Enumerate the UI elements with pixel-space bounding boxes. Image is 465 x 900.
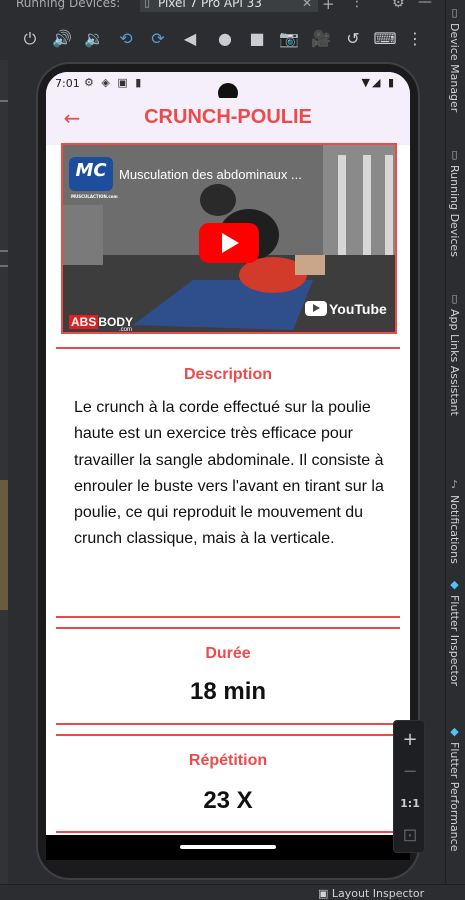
device-screen[interactable]: 7:01 ⚙ ◈ ▣ ▮ ▼◢ ▮ ← CRUNCH-POULIE MC MUS… (46, 72, 410, 860)
channel-logo[interactable]: MC MUSCULACTION.com (69, 157, 118, 199)
description-text: Le crunch à la corde effectué sur la pou… (74, 399, 384, 548)
device-manager-icon: ▯ (448, 6, 461, 19)
divider (56, 723, 400, 725)
watermark-com: .com (119, 327, 133, 333)
minimize-icon[interactable]: — (418, 0, 432, 10)
more-icon[interactable]: ⋮ (403, 27, 427, 51)
video-title[interactable]: Musculation des abdominaux ... (119, 167, 302, 182)
android-studio-window: Running Devices: ▯ Pixel 7 Pro API 33 ✕ … (0, 0, 465, 900)
running-devices-label: Running Devices: (16, 0, 121, 10)
play-button-icon[interactable] (199, 223, 259, 263)
tab-close-icon[interactable]: ✕ (302, 0, 312, 10)
add-device-button[interactable]: + (322, 0, 335, 13)
back-icon[interactable]: ◀ (178, 27, 202, 51)
page-title: CRUNCH-POULIE (144, 106, 312, 128)
duration-label: Durée (205, 645, 251, 662)
divider (56, 831, 400, 833)
zoom-fit-button[interactable]: ⊡ (394, 821, 426, 851)
power-icon[interactable]: ⏻ (18, 27, 42, 51)
tool-label: Device Manager (448, 23, 461, 113)
bottom-tool-strip: ▣ Layout Inspector (0, 884, 465, 900)
youtube-icon (305, 301, 327, 316)
volume-up-icon[interactable]: 🔊 (50, 27, 74, 51)
youtube-video-player[interactable]: MC MUSCULACTION.com Musculation des abdo… (61, 143, 397, 334)
youtube-label: YouTube (329, 301, 387, 317)
more-options-icon[interactable]: ⋮ (350, 0, 364, 10)
left-gutter (0, 60, 8, 900)
screen-record-icon[interactable]: 🎥 (309, 27, 333, 51)
divider (56, 734, 400, 736)
gutter-mark (0, 250, 8, 252)
tool-label: Running Devices (448, 165, 461, 257)
tool-device-manager[interactable]: ▯ Device Manager (448, 6, 461, 112)
tool-running-devices[interactable]: ▯ Running Devices (448, 148, 461, 257)
tool-label: Flutter Performance (448, 742, 461, 852)
divider (56, 616, 400, 618)
channel-logo-subtext: MUSCULACTION.com (71, 194, 118, 199)
gutter-highlight (0, 480, 8, 610)
running-devices-header: Running Devices: ▯ Pixel 7 Pro API 33 ✕ … (0, 0, 465, 13)
video-watermark: ABS BODY .com (69, 315, 133, 332)
zoom-controls: + − 1:1 ⊡ (393, 720, 425, 853)
tool-app-links-assistant[interactable]: ▯ App Links Assistant (448, 292, 461, 416)
snapshot-icon[interactable]: ↺ (341, 27, 365, 51)
status-icons: ⚙ ◈ ▣ ▮ (84, 76, 144, 89)
layout-inspector-label: Layout Inspector (331, 887, 425, 900)
divider (56, 627, 400, 629)
device-icon: ▯ (144, 0, 151, 9)
status-time: 7:01 (55, 77, 80, 90)
repetition-value: 23 X (203, 787, 253, 814)
running-devices-icon: ▯ (448, 148, 461, 161)
keyboard-icon[interactable]: ⌨ (373, 27, 397, 51)
divider (56, 347, 400, 349)
duration-value: 18 min (189, 678, 267, 705)
screenshot-icon[interactable]: 📷 (277, 27, 301, 51)
zoom-actual-size-button[interactable]: 1:1 (394, 789, 426, 819)
emulator-toolbar: ⏻ 🔊 🔉 ⟲ ⟳ ◀ ● ■ 📷 🎥 ↺ ⌨ ⋮ (0, 18, 430, 60)
bell-icon: ♪ (448, 478, 461, 491)
tool-label: Flutter Inspector (448, 595, 461, 687)
device-tab[interactable]: ▯ Pixel 7 Pro API 33 ✕ (140, 0, 318, 12)
youtube-logo[interactable]: YouTube (305, 301, 387, 317)
tool-label: Notifications (448, 495, 461, 564)
volume-down-icon[interactable]: 🔉 (82, 27, 106, 51)
right-tool-strip: ▯ Device Manager ▯ Running Devices ▯ App Link… (445, 0, 465, 900)
tool-notifications[interactable]: ♪ Notifications (448, 478, 461, 564)
zoom-in-button[interactable]: + (394, 725, 426, 755)
home-icon[interactable]: ● (213, 27, 237, 51)
app-links-icon: ▯ (448, 292, 461, 305)
gutter-mark (0, 100, 8, 102)
tool-label: App Links Assistant (448, 309, 461, 416)
flutter-icon: ◆ (448, 725, 461, 738)
description-label: Description (183, 366, 272, 383)
signal-battery-icon: ▼◢ ▮ (361, 76, 396, 89)
tool-flutter-inspector[interactable]: ◆ Flutter Inspector (448, 578, 461, 686)
channel-logo-text: MC (75, 160, 107, 181)
rotate-left-icon[interactable]: ⟲ (114, 27, 138, 51)
watermark-abs: ABS (69, 315, 99, 329)
app-bar: ← CRUNCH-POULIE (46, 98, 410, 145)
rotate-right-icon[interactable]: ⟳ (146, 27, 170, 51)
settings-icon[interactable]: ⚙ (392, 0, 405, 11)
layout-inspector-button[interactable]: ▣ Layout Inspector (318, 887, 424, 900)
gesture-nav-bar (46, 835, 410, 860)
home-handle[interactable] (180, 845, 276, 849)
zoom-out-button[interactable]: − (394, 757, 426, 787)
repetition-label: Répétition (188, 752, 268, 769)
overview-icon[interactable]: ■ (245, 27, 269, 51)
flutter-icon: ◆ (448, 578, 461, 591)
device-tab-label: Pixel 7 Pro API 33 (158, 0, 262, 10)
tool-flutter-performance[interactable]: ◆ Flutter Performance (448, 725, 461, 851)
gutter-mark (0, 265, 8, 267)
